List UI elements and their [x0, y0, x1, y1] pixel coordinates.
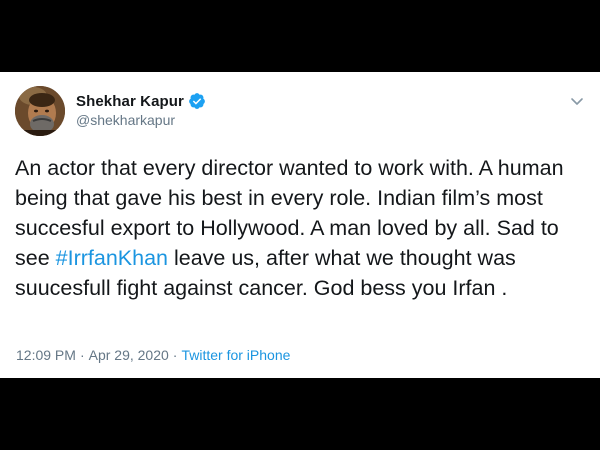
meta-separator-2: ·: [172, 347, 178, 363]
tweet-time[interactable]: 12:09 PM: [16, 347, 76, 363]
author-name-row[interactable]: Shekhar Kapur: [76, 91, 206, 111]
hashtag-link[interactable]: #IrrfanKhan: [56, 246, 168, 270]
author-display-name[interactable]: Shekhar Kapur: [76, 93, 184, 110]
avatar[interactable]: [15, 86, 65, 136]
tweet-metadata: 12:09 PM · Apr 29, 2020 · Twitter for iP…: [16, 347, 290, 363]
chevron-down-icon: [571, 98, 583, 105]
tweet-source-link[interactable]: Twitter for iPhone: [181, 347, 290, 363]
meta-separator: ·: [79, 347, 85, 363]
tweet-menu-button[interactable]: [568, 92, 586, 110]
tweet-text: An actor that every director wanted to w…: [15, 153, 581, 303]
verified-badge-icon: [188, 92, 206, 110]
author-handle[interactable]: @shekharkapur: [76, 112, 175, 128]
tweet-date[interactable]: Apr 29, 2020: [89, 347, 169, 363]
tweet-card: Shekhar Kapur @shekharkapur An actor tha…: [0, 72, 600, 378]
profile-photo: [15, 86, 65, 136]
